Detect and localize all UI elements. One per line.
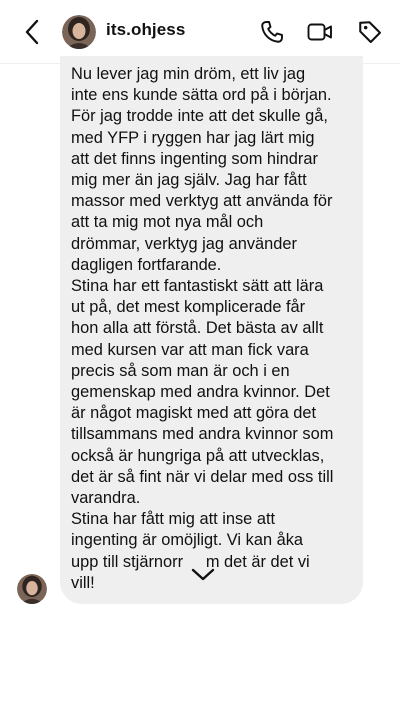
contact-avatar[interactable] — [62, 15, 96, 49]
message-text: Nu lever jag min dröm, ett liv jag inte … — [71, 65, 334, 592]
chevron-down-icon — [191, 568, 215, 581]
call-button[interactable] — [258, 18, 286, 46]
tag-icon — [359, 21, 381, 43]
video-camera-icon — [307, 23, 332, 41]
video-call-button[interactable] — [306, 18, 334, 46]
sender-avatar[interactable] — [17, 574, 47, 604]
tag-button[interactable] — [356, 18, 384, 46]
expand-message-button[interactable] — [188, 566, 218, 584]
chat-header: its.ohjess — [0, 0, 400, 64]
contact-username[interactable]: its.ohjess — [106, 20, 185, 40]
message-bubble[interactable]: Nu lever jag min dröm, ett liv jag inte … — [60, 56, 363, 604]
back-button[interactable] — [18, 18, 46, 46]
phone-icon — [261, 21, 283, 43]
chevron-left-icon — [25, 19, 39, 45]
